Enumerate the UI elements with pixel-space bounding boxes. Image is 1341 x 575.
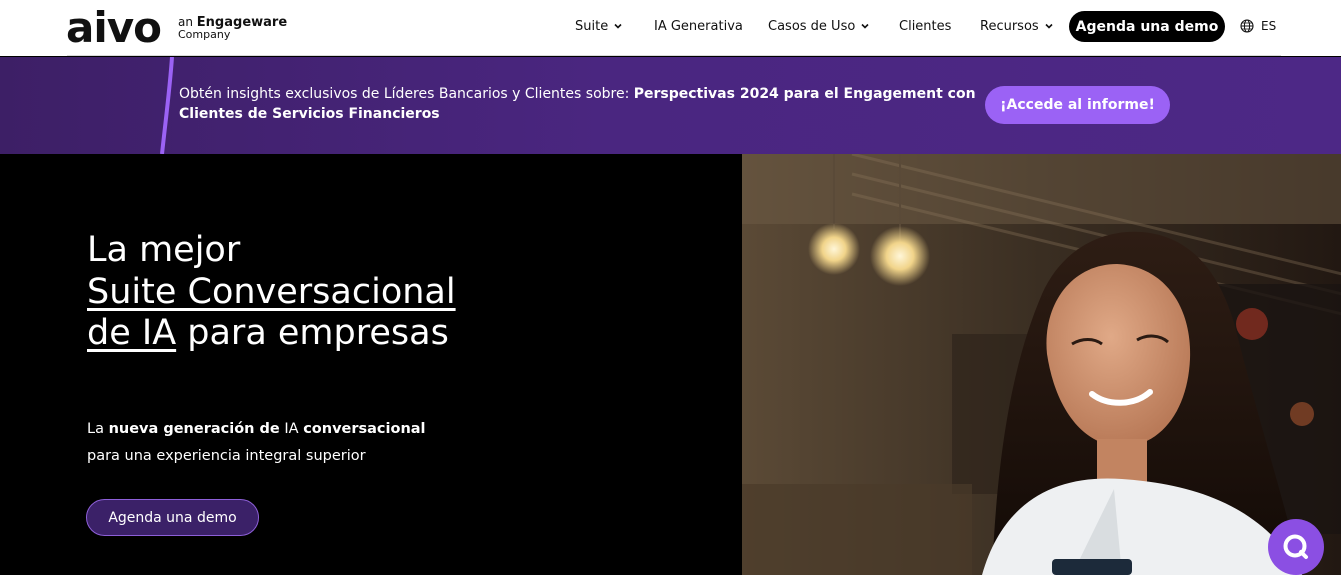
hero-demo-button[interactable]: Agenda una demo [86, 499, 259, 536]
nav-item-casos-de-uso[interactable]: Casos de Uso [768, 17, 870, 35]
chevron-down-icon [861, 23, 869, 29]
header-divider [67, 55, 1281, 56]
hero-title-tail: para empresas [176, 313, 449, 353]
top-header: aivo an Engageware Company Suite IA Gene… [0, 0, 1341, 56]
header-demo-button[interactable]: Agenda una demo [1069, 11, 1225, 42]
nav-item-ia-generativa[interactable]: IA Generativa [654, 17, 743, 35]
language-label: ES [1261, 19, 1277, 33]
hero-sub-part: La [87, 421, 109, 437]
nav-item-label: Clientes [899, 18, 952, 34]
chat-widget-button[interactable] [1268, 519, 1324, 575]
globe-icon [1240, 19, 1254, 33]
promo-banner: Obtén insights exclusivos de Líderes Ban… [0, 57, 1341, 154]
nav-item-label: Recursos [980, 18, 1039, 34]
logo-wordmark: aivo [66, 3, 162, 52]
hero-title-line1: La mejor [87, 230, 241, 270]
logo-tagline: an Engageware Company [178, 16, 288, 41]
nav-item-label: Casos de Uso [768, 18, 856, 34]
language-selector[interactable]: ES [1240, 19, 1276, 33]
nav-item-label: Suite [575, 18, 609, 34]
chevron-down-icon [614, 23, 622, 29]
hero-subtitle: La nueva generación de IA conversacional… [87, 416, 507, 470]
nav-item-recursos[interactable]: Recursos [980, 17, 1054, 35]
chat-bubble-icon [1283, 534, 1308, 559]
nav-item-clientes[interactable]: Clientes [899, 17, 951, 35]
hero-section: La mejor Suite Conversacional de IA para… [0, 154, 1341, 575]
nav-item-suite[interactable]: Suite [575, 17, 623, 35]
hero-title: La mejor Suite Conversacional de IA para… [87, 230, 467, 355]
photo-illustration [742, 154, 1341, 575]
hero-sub-bold: nueva generación de [108, 421, 280, 437]
hero-sub-part: IA [279, 421, 304, 437]
banner-text-plain: Obtén insights exclusivos de Líderes Ban… [179, 86, 634, 102]
tagline-prefix: an [178, 15, 193, 29]
chevron-down-icon [1045, 23, 1053, 29]
tagline-suffix: Company [178, 28, 231, 41]
banner-message: Obtén insights exclusivos de Líderes Ban… [179, 84, 979, 124]
access-report-button[interactable]: ¡Accede al informe! [985, 86, 1170, 124]
aivo-logo[interactable]: aivo [66, 3, 162, 52]
hero-sub-bold: conversacional [303, 421, 426, 437]
hero-sub-line2: para una experiencia integral superior [87, 448, 366, 464]
nav-item-label: IA Generativa [654, 18, 743, 34]
hero-photo-woman-smiling [742, 154, 1341, 575]
